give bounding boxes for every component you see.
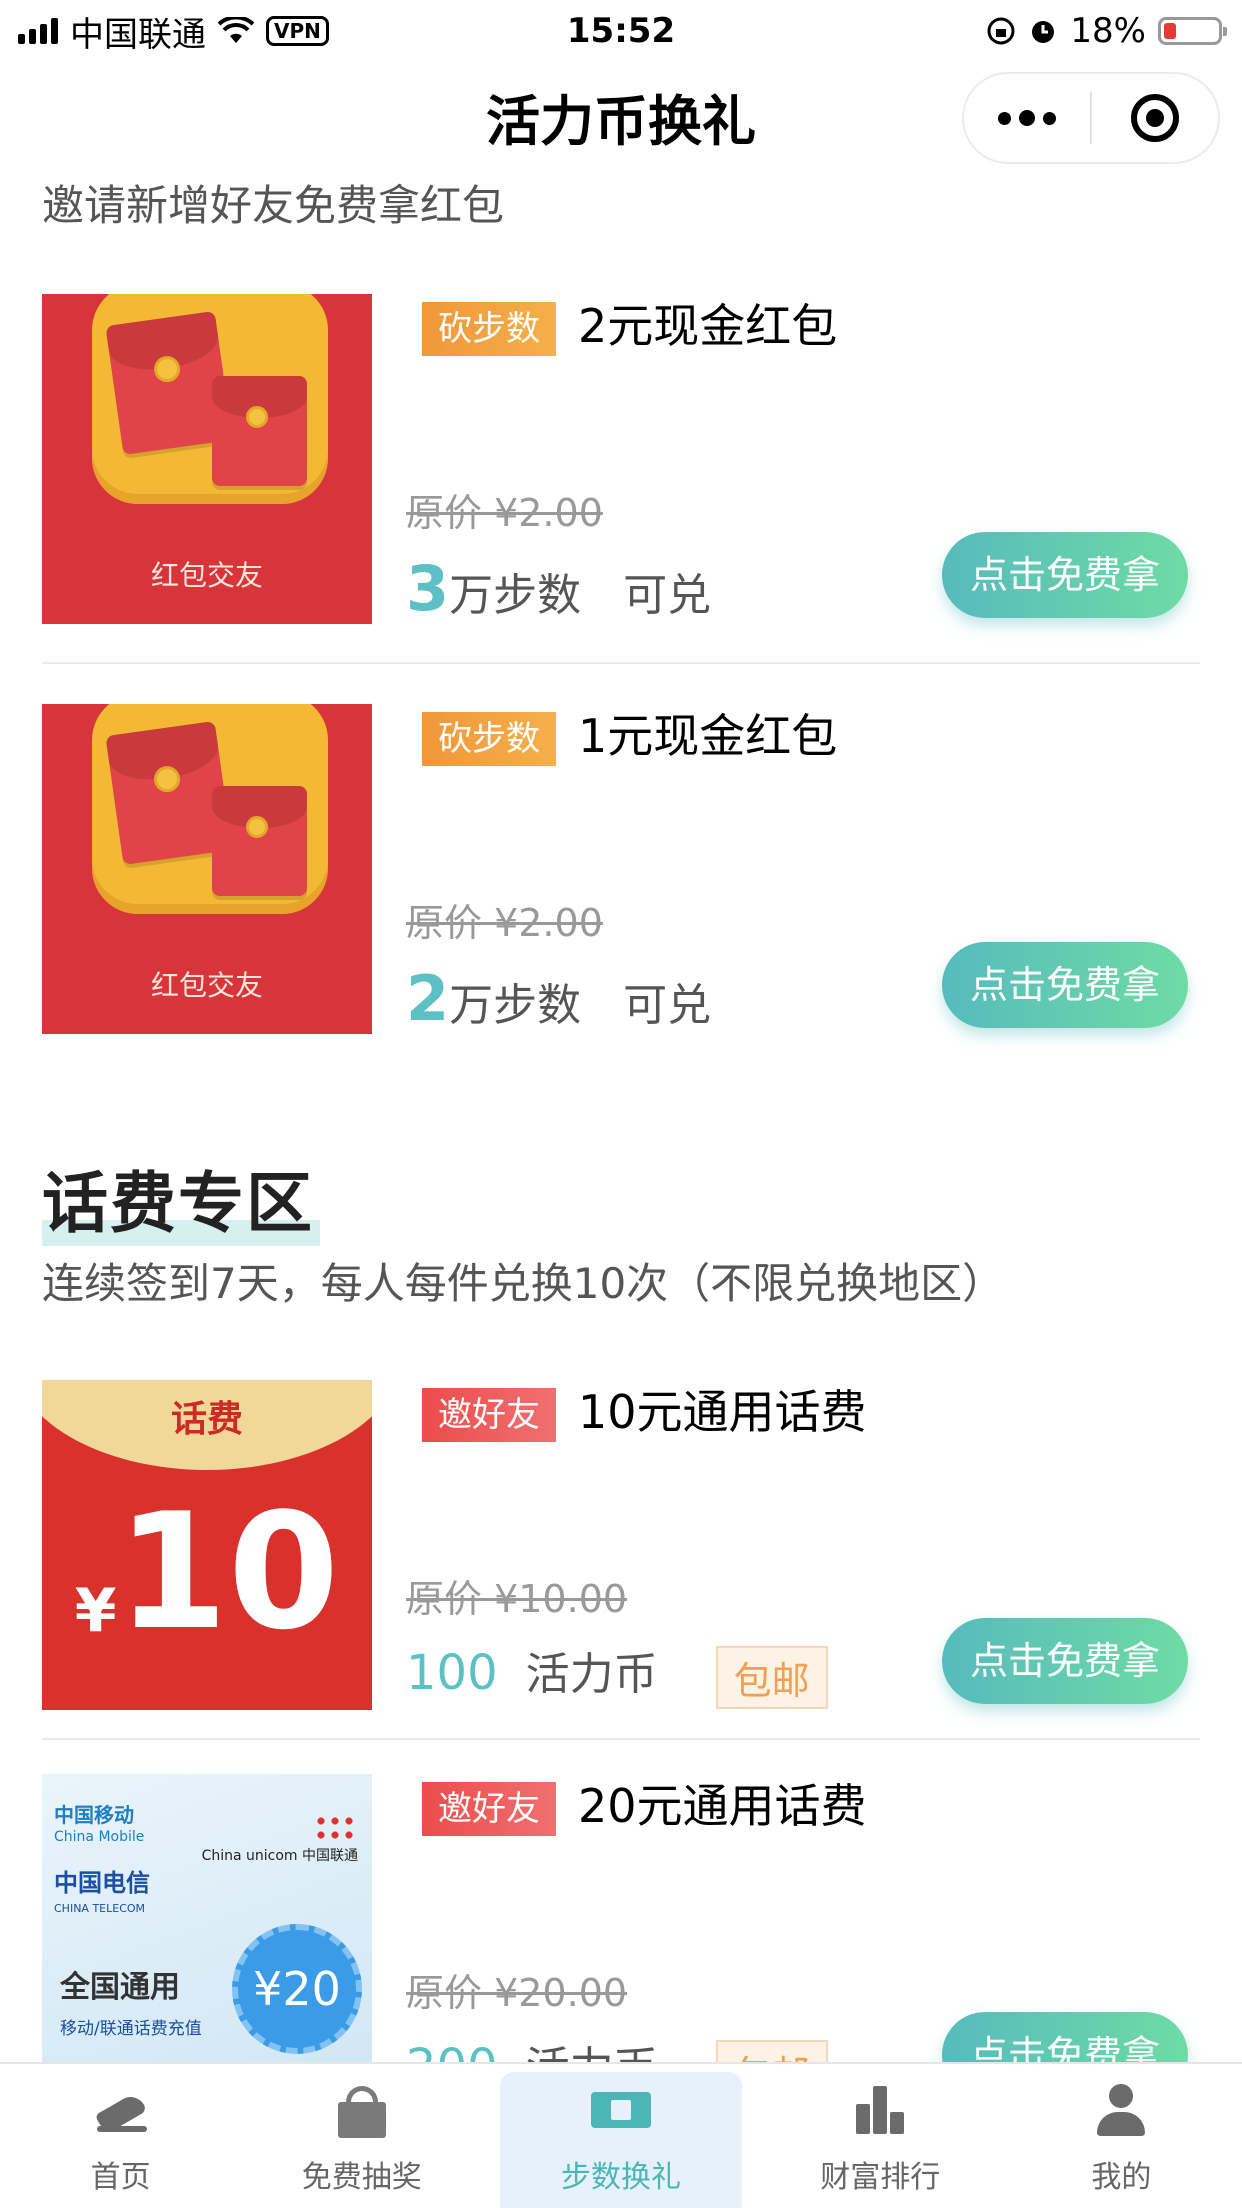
free-shipping-badge: 包邮 xyxy=(715,1645,828,1709)
steps-section-subtitle: 邀请新增好友免费拿红包 xyxy=(42,182,505,230)
price-unit: 万步数 xyxy=(449,980,582,1031)
price-amount: 3 xyxy=(406,552,450,625)
thumb-currency: ¥ xyxy=(74,1576,117,1646)
product-name[interactable]: 10元通用话费 xyxy=(578,1380,867,1444)
shoe-icon xyxy=(91,2080,151,2140)
tab-mine[interactable]: 我的 xyxy=(1001,2064,1242,2208)
price-unit: 活力币 xyxy=(526,2043,658,2062)
original-price: 原价 ¥10.00 xyxy=(406,1577,628,1621)
tab-label: 财富排行 xyxy=(820,2160,941,2195)
get-free-button[interactable]: 点击免费拿 xyxy=(942,942,1188,1028)
original-price: 原价 ¥2.00 xyxy=(406,491,603,535)
promo-tag: 砍步数 xyxy=(422,302,556,356)
red-packet-thumbnail[interactable]: 红包交友 xyxy=(42,294,372,624)
battery-percent: 18% xyxy=(1070,11,1146,51)
target-icon xyxy=(1131,94,1179,142)
promo-tag: 砍步数 xyxy=(422,712,556,766)
exchange-price: 3万步数 可兑 xyxy=(406,552,711,625)
product-item: 红包交友 砍步数 2元现金红包 原价 ¥2.00 3万步数 可兑 点击免费拿 xyxy=(42,294,1200,625)
close-program-button[interactable] xyxy=(1092,74,1218,162)
tab-label: 首页 xyxy=(90,2160,151,2195)
price-amount: 2 xyxy=(406,962,450,1035)
divider xyxy=(42,662,1200,664)
nav-bar: 活力币换礼 xyxy=(0,62,1242,182)
product-name[interactable]: 20元通用话费 xyxy=(578,1774,867,1838)
exchange-price: 100 活力币 包邮 xyxy=(406,1638,828,1709)
china-unicom-logo: China unicom 中国联通 xyxy=(202,1814,358,1864)
user-icon xyxy=(1091,2080,1151,2140)
get-free-button[interactable]: 点击免费拿 xyxy=(942,2012,1188,2062)
product-name[interactable]: 1元现金红包 xyxy=(578,704,837,768)
get-free-button[interactable]: 点击免费拿 xyxy=(942,532,1188,618)
alarm-icon xyxy=(1032,21,1055,43)
product-item: 红包交友 砍步数 1元现金红包 原价 ¥2.00 2万步数 可兑 点击免费拿 xyxy=(42,704,1200,1035)
section-title-text: 话费专区 xyxy=(42,1165,314,1242)
gift-icon xyxy=(332,2080,392,2140)
ticket-icon xyxy=(591,2080,651,2140)
product-item: 话费 ¥10 邀好友 10元通用话费 原价 ¥10.00 100 活力币 包邮 … xyxy=(42,1380,1200,1710)
thumb-value: 10 xyxy=(116,1478,340,1665)
red-packet-thumbnail[interactable]: 红包交友 xyxy=(42,704,372,1034)
thumb-amount: ¥10 xyxy=(42,1492,372,1652)
rotation-lock-icon xyxy=(987,17,1015,45)
phone-credit-thumbnail[interactable]: 话费 ¥10 xyxy=(42,1380,372,1710)
price-amount: 200 xyxy=(406,2039,498,2062)
thumb-top-text: 话费 xyxy=(170,1399,243,1440)
product-item: 中国移动 China Mobile 中国电信 CHINA TELECOM China… xyxy=(42,1774,1200,2062)
more-button[interactable] xyxy=(964,74,1090,162)
tab-home[interactable]: 首页 xyxy=(0,2064,241,2208)
product-name[interactable]: 2元现金红包 xyxy=(578,294,837,358)
exchange-price: 200 活力币 包邮 xyxy=(406,2032,828,2062)
tab-ranking[interactable]: 财富排行 xyxy=(760,2064,1001,2208)
bar-chart-icon xyxy=(850,2080,910,2140)
original-price: 原价 ¥20.00 xyxy=(406,1971,628,2015)
promo-tag: 邀好友 xyxy=(422,1782,556,1836)
national-label: 全国通用 xyxy=(60,1970,180,2005)
price-amount: 100 xyxy=(406,1645,498,1701)
phone-card-thumbnail[interactable]: 中国移动 China Mobile 中国电信 CHINA TELECOM China… xyxy=(42,1774,372,2062)
value-seal: ¥20 xyxy=(232,1924,362,2054)
get-free-button[interactable]: 点击免费拿 xyxy=(942,1618,1188,1704)
phone-section-subtitle: 连续签到7天，每人每件兑换10次（不限兑换地区） xyxy=(42,1259,1005,1308)
mini-program-capsule xyxy=(962,72,1220,164)
divider xyxy=(42,1738,1200,1740)
tab-label: 我的 xyxy=(1091,2160,1152,2195)
recharge-note: 移动/联通话费充值 xyxy=(60,2019,202,2039)
free-shipping-badge: 包邮 xyxy=(715,2039,828,2062)
status-right: 18% xyxy=(986,6,1227,56)
original-price: 原价 ¥2.00 xyxy=(406,901,603,945)
tab-label: 步数换礼 xyxy=(561,2160,681,2195)
content-scroll[interactable]: 邀请新增好友免费拿红包 红包交友 砍步数 2元现金红包 原价 ¥2.00 3万步… xyxy=(0,182,1242,2062)
more-icon xyxy=(998,110,1056,126)
thumb-caption: 红包交友 xyxy=(150,969,263,1002)
china-telecom-logo: 中国电信 CHINA TELECOM xyxy=(54,1869,150,1915)
tab-bar: 首页 免费抽奖 步数换礼 财富排行 我的 xyxy=(0,2062,1242,2208)
status-bar: 中国联通 VPN 15:52 18% xyxy=(0,0,1242,62)
exchange-price: 2万步数 可兑 xyxy=(406,962,711,1035)
tab-steps-exchange[interactable]: 步数换礼 xyxy=(500,2072,742,2208)
phone-section-title: 话费专区 xyxy=(42,1150,320,1246)
battery-icon xyxy=(1158,17,1227,45)
tab-label: 免费抽奖 xyxy=(301,2160,422,2195)
price-unit: 活力币 xyxy=(525,1649,658,1700)
price-suffix: 可兑 xyxy=(623,570,712,621)
price-suffix: 可兑 xyxy=(623,980,712,1031)
thumb-caption: 红包交友 xyxy=(150,559,263,592)
tab-lottery[interactable]: 免费抽奖 xyxy=(241,2064,482,2208)
price-unit: 万步数 xyxy=(449,570,582,621)
promo-tag: 邀好友 xyxy=(422,1388,556,1442)
china-mobile-logo: 中国移动 China Mobile xyxy=(54,1803,145,1845)
